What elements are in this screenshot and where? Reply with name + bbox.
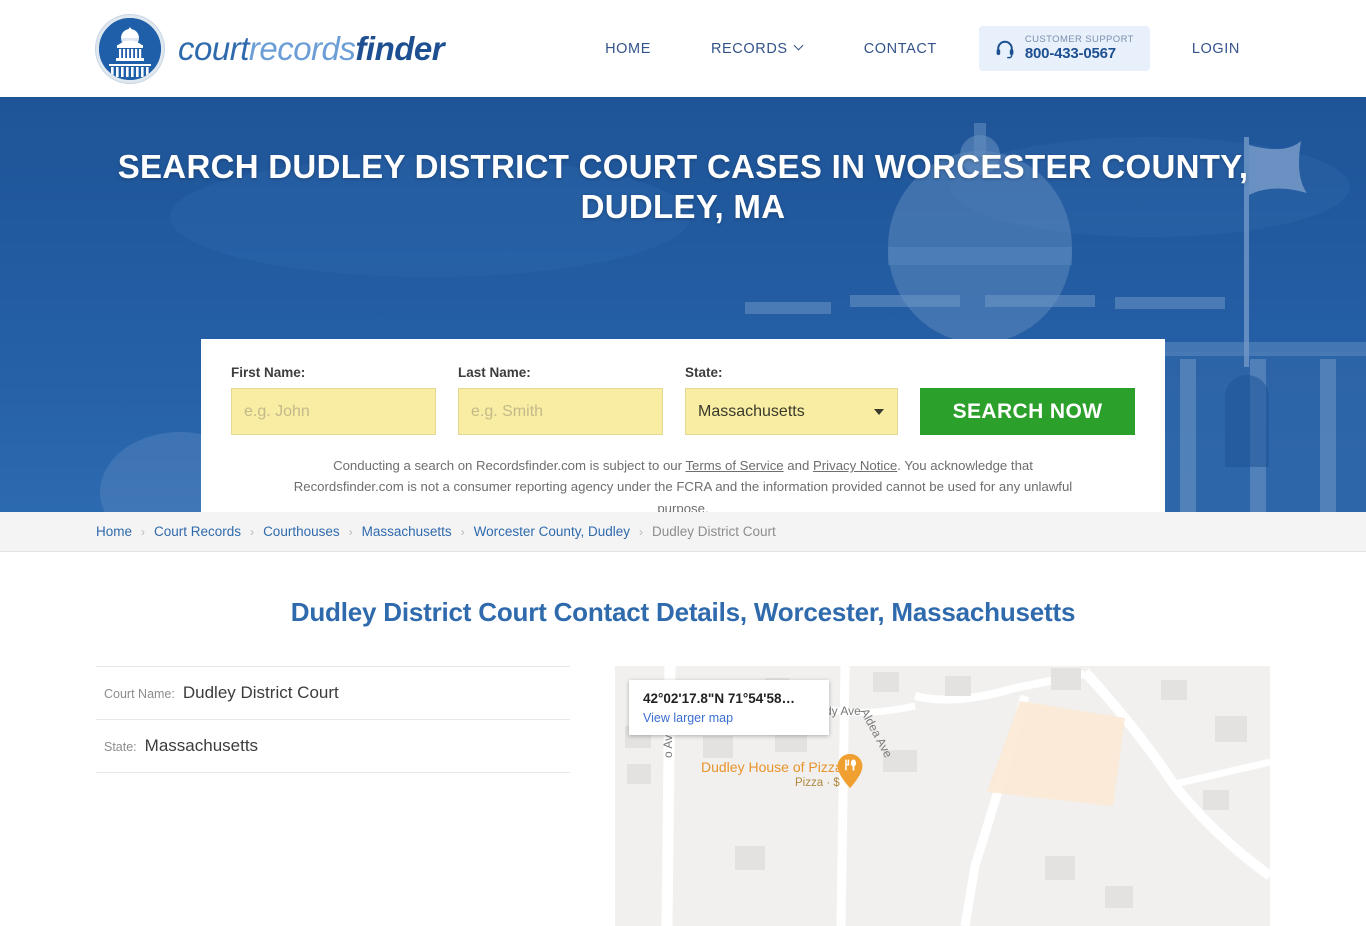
location-map[interactable]: 42°02'17.8"N 71°54'58… View larger map d… — [615, 666, 1270, 926]
site-logo[interactable]: courtrecordsfinder — [96, 14, 445, 83]
nav-item-records-label: RECORDS — [710, 40, 788, 57]
breadcrumb: Home › Court Records › Courthouses › Mas… — [96, 524, 776, 539]
terms-of-service-link[interactable]: Terms of Service — [685, 458, 783, 473]
main-navigation: HOME RECORDS CONTACT CUSTOMER SUPPORT 80… — [575, 25, 1270, 72]
privacy-notice-link[interactable]: Privacy Notice — [813, 458, 897, 473]
breadcrumb-item-courthouses[interactable]: Courthouses — [263, 524, 340, 539]
detail-label-court-name: Court Name: — [104, 687, 175, 701]
capitol-dome-icon — [96, 14, 164, 83]
court-details-table: Court Name: Dudley District Court State:… — [96, 666, 570, 926]
support-phone[interactable]: 800-433-0567 — [1025, 45, 1134, 63]
logo-word-records: records — [248, 29, 356, 67]
headset-icon — [995, 39, 1015, 59]
poi-label-dudley-house-of-pizza[interactable]: Dudley House of Pizza — [701, 759, 843, 775]
hero-section: SEARCH DUDLEY DISTRICT COURT CASES IN WO… — [0, 97, 1366, 512]
main-content: Dudley District Court Contact Details, W… — [0, 597, 1366, 926]
detail-value-court-name: Dudley District Court — [182, 683, 339, 702]
content-columns: Court Name: Dudley District Court State:… — [96, 666, 1270, 926]
nav-item-contact-label: CONTACT — [863, 40, 937, 57]
search-form-card: First Name: Last Name: State: Massachuse… — [201, 339, 1165, 512]
map-coordinates: 42°02'17.8"N 71°54'58… — [643, 691, 795, 706]
state-select-wrap: Massachusetts — [685, 388, 898, 435]
nav-item-contact[interactable]: CONTACT — [834, 41, 967, 57]
last-name-input[interactable] — [458, 388, 663, 435]
street-label-dudley-ave: dy Ave — [825, 704, 861, 718]
breadcrumb-separator-icon: › — [638, 524, 643, 539]
support-label: CUSTOMER SUPPORT — [1024, 33, 1134, 45]
nav-item-home[interactable]: HOME — [575, 41, 681, 57]
breadcrumb-separator-icon: › — [250, 524, 255, 539]
nav-item-home-label: HOME — [605, 40, 651, 57]
logo-wordmark: courtrecordsfinder — [178, 29, 445, 68]
nav-item-login[interactable]: LOGIN — [1162, 41, 1270, 57]
breadcrumb-item-worcester-county-dudley[interactable]: Worcester County, Dudley — [474, 524, 630, 539]
breadcrumb-item-massachusetts[interactable]: Massachusetts — [362, 524, 452, 539]
breadcrumb-bar: Home › Court Records › Courthouses › Mas… — [0, 512, 1366, 552]
breadcrumb-separator-icon: › — [348, 524, 353, 539]
poi-category-label: Pizza · $ — [795, 777, 840, 789]
breadcrumb-separator-icon: › — [460, 524, 465, 539]
detail-value-state: Massachusetts — [144, 736, 259, 755]
state-label: State: — [685, 365, 723, 380]
site-header: courtrecordsfinder HOME RECORDS CONTACT — [0, 0, 1366, 97]
table-row: Court Name: Dudley District Court — [96, 666, 570, 720]
hero-content: SEARCH DUDLEY DISTRICT COURT CASES IN WO… — [0, 119, 1366, 228]
table-row: State: Massachusetts — [96, 720, 570, 773]
section-heading: Dudley District Court Contact Details, W… — [290, 597, 1076, 627]
page-title: SEARCH DUDLEY DISTRICT COURT CASES IN WO… — [117, 148, 1249, 226]
first-name-input[interactable] — [231, 388, 436, 435]
state-field-group: State: Massachusetts — [685, 365, 898, 435]
breadcrumb-separator-icon: › — [141, 524, 146, 539]
chevron-down-icon — [795, 42, 804, 51]
first-name-label: First Name: — [231, 365, 306, 380]
breadcrumb-item-current: Dudley District Court — [651, 524, 776, 539]
state-select[interactable]: Massachusetts — [685, 388, 898, 435]
search-now-button[interactable]: SEARCH NOW — [920, 388, 1135, 435]
map-info-card: 42°02'17.8"N 71°54'58… View larger map — [629, 680, 829, 735]
logo-word-finder: finder — [355, 29, 445, 67]
disclaimer-part-2: and — [783, 458, 813, 473]
disclaimer-part-1: Conducting a search on Recordsfinder.com… — [333, 458, 686, 473]
first-name-field-group: First Name: — [231, 365, 436, 435]
logo-word-court: court — [178, 29, 249, 67]
last-name-label: Last Name: — [458, 365, 531, 380]
search-disclaimer: Conducting a search on Recordsfinder.com… — [231, 455, 1135, 512]
breadcrumb-item-home[interactable]: Home — [96, 524, 132, 539]
nav-item-login-label: LOGIN — [1191, 40, 1240, 57]
search-form-row: First Name: Last Name: State: Massachuse… — [231, 365, 1135, 435]
breadcrumb-item-court-records[interactable]: Court Records — [154, 524, 241, 539]
last-name-field-group: Last Name: — [458, 365, 663, 435]
view-larger-map-link[interactable]: View larger map — [643, 711, 815, 725]
detail-label-state: State: — [104, 740, 137, 754]
nav-item-records[interactable]: RECORDS — [681, 41, 834, 57]
customer-support-badge[interactable]: CUSTOMER SUPPORT 800-433-0567 — [978, 25, 1150, 72]
